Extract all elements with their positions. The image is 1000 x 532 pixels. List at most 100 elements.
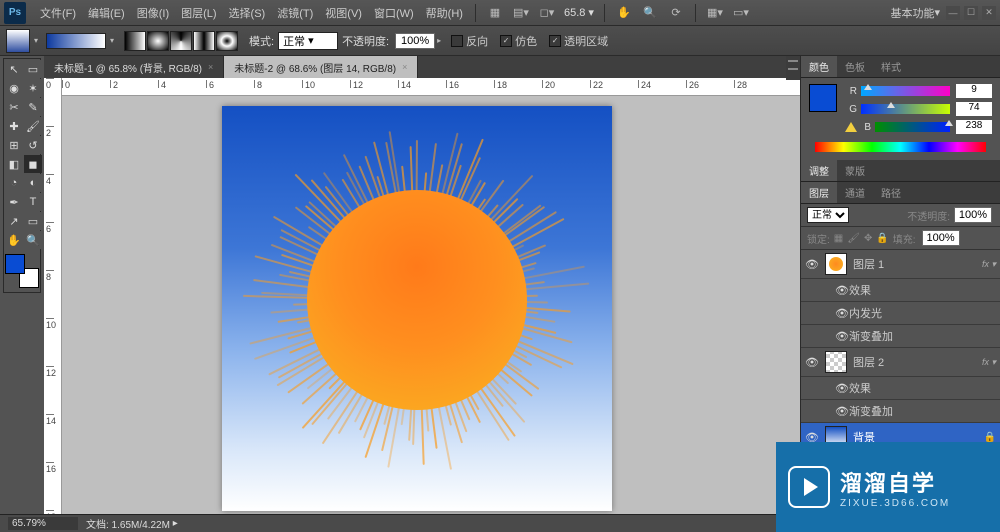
layer-blend-mode[interactable]: 正常 (807, 207, 849, 223)
layer-effect-item[interactable]: 👁内发光 (801, 302, 1000, 325)
status-zoom[interactable]: 65.79% (8, 517, 78, 530)
dither-checkbox[interactable]: ✓ (500, 35, 512, 47)
extras-icon[interactable]: ▦▾ (704, 2, 726, 24)
ruler-vertical[interactable]: 024681012141618 (44, 78, 62, 514)
transparency-checkbox[interactable]: ✓ (549, 35, 561, 47)
close-icon[interactable]: × (402, 62, 407, 72)
tool-gradient[interactable]: ◼ (24, 155, 42, 173)
foreground-color-swatch[interactable] (5, 254, 25, 274)
tool-hand[interactable]: ✋ (5, 231, 23, 249)
slider-r[interactable] (861, 86, 950, 96)
tool-history-brush[interactable]: ↺ (24, 136, 42, 154)
blend-mode-select[interactable]: 正常 ▾ (278, 32, 338, 50)
tab-swatches[interactable]: 色板 (837, 56, 873, 77)
menu-window[interactable]: 窗口(W) (368, 0, 420, 25)
gradient-radial-button[interactable] (147, 31, 169, 51)
canvas-viewport[interactable] (62, 96, 800, 514)
tool-dodge[interactable]: ◐ (24, 174, 42, 192)
layer-effect-item[interactable]: 👁渐变叠加 (801, 325, 1000, 348)
visibility-toggle[interactable]: 👁 (835, 307, 849, 320)
menu-edit[interactable]: 编辑(E) (82, 0, 131, 25)
close-icon[interactable]: × (208, 62, 213, 72)
document-canvas[interactable] (222, 106, 612, 511)
zoom-icon[interactable]: 🔍 (639, 2, 661, 24)
tool-eraser[interactable]: ◧ (5, 155, 23, 173)
color-panel-swatch[interactable] (809, 84, 837, 112)
guides-icon[interactable]: ▭▾ (730, 2, 752, 24)
tab-color[interactable]: 颜色 (801, 56, 837, 77)
layer-thumbnail[interactable] (825, 351, 847, 373)
color-swatches[interactable] (5, 254, 39, 288)
gradient-reflected-button[interactable] (193, 31, 215, 51)
minimize-button[interactable]: — (946, 6, 960, 20)
visibility-toggle[interactable]: 👁 (835, 382, 849, 395)
layer-effects-header[interactable]: 👁效果 (801, 279, 1000, 302)
reverse-checkbox[interactable] (451, 35, 463, 47)
lock-pixels-icon[interactable]: 🖌 (847, 233, 860, 244)
tool-crop[interactable]: ✂ (5, 98, 23, 116)
menu-filter[interactable]: 滤镜(T) (271, 0, 319, 25)
tool-pen[interactable]: ✒ (5, 193, 23, 211)
fx-badge[interactable]: fx ▾ (982, 357, 996, 368)
tab-layers[interactable]: 图层 (801, 182, 837, 203)
document-tab[interactable]: 未标题-2 @ 68.6% (图层 14, RGB/8)× (224, 56, 418, 78)
lock-transparency-icon[interactable]: ▦ (834, 233, 843, 244)
layer-name[interactable]: 图层 2 (853, 354, 978, 370)
value-b[interactable]: 238 (956, 120, 992, 134)
gradient-diamond-button[interactable] (216, 31, 238, 51)
close-button[interactable]: ✕ (982, 6, 996, 20)
value-g[interactable]: 74 (956, 102, 992, 116)
lock-position-icon[interactable]: ✥ (864, 233, 872, 244)
workspace-switcher[interactable]: 基本功能 ▾ (890, 5, 940, 21)
tool-preset-dropdown[interactable]: ▾ (34, 36, 42, 45)
zoom-percent[interactable]: 65.8 ▾ (564, 6, 594, 19)
tool-shape[interactable]: ▭ (24, 212, 42, 230)
visibility-toggle[interactable]: 👁 (805, 356, 819, 369)
menu-layer[interactable]: 图层(L) (175, 0, 222, 25)
tool-quick-select[interactable]: ✶ (24, 79, 42, 97)
slider-g[interactable] (861, 104, 950, 114)
maximize-button[interactable]: ☐ (964, 6, 978, 20)
tool-marquee[interactable]: ▭ (24, 60, 42, 78)
visibility-toggle[interactable]: 👁 (835, 405, 849, 418)
tab-styles[interactable]: 样式 (873, 56, 909, 77)
tool-preset-swatch[interactable] (6, 29, 30, 53)
fx-badge[interactable]: fx ▾ (982, 259, 996, 270)
hue-ramp[interactable] (815, 142, 986, 152)
visibility-toggle[interactable]: 👁 (805, 258, 819, 271)
ruler-horizontal[interactable]: 0246810121416182022242628 (62, 78, 800, 96)
menu-file[interactable]: 文件(F) (34, 0, 82, 25)
visibility-toggle[interactable]: 👁 (835, 284, 849, 297)
tool-path[interactable]: ↗ (5, 212, 23, 230)
tab-paths[interactable]: 路径 (873, 182, 909, 203)
tool-healing[interactable]: ✚ (5, 117, 23, 135)
menu-view[interactable]: 视图(V) (319, 0, 368, 25)
bridge-icon[interactable]: ▦ (484, 2, 506, 24)
tool-blur[interactable]: ◔ (5, 174, 23, 192)
menu-help[interactable]: 帮助(H) (420, 0, 469, 25)
menu-select[interactable]: 选择(S) (223, 0, 272, 25)
layer-row[interactable]: 👁 图层 2 fx ▾ (801, 348, 1000, 377)
layer-name[interactable]: 图层 1 (853, 256, 978, 272)
rotate-view-icon[interactable]: ⟳ (665, 2, 687, 24)
visibility-toggle[interactable]: 👁 (835, 330, 849, 343)
hand-icon[interactable]: ✋ (613, 2, 635, 24)
screen-mode-icon[interactable]: ◻▾ (536, 2, 558, 24)
gradient-dropdown[interactable]: ▾ (110, 36, 118, 45)
status-docinfo[interactable]: 文档: 1.65M/4.22M (86, 516, 170, 531)
panel-dock-strip[interactable] (786, 56, 800, 80)
slider-b[interactable] (875, 122, 950, 132)
gradient-angle-button[interactable] (170, 31, 192, 51)
value-r[interactable]: 9 (956, 84, 992, 98)
layer-opacity-input[interactable] (954, 207, 992, 223)
menu-image[interactable]: 图像(I) (131, 0, 175, 25)
tool-brush[interactable]: 🖌 (24, 117, 42, 135)
gradient-linear-button[interactable] (124, 31, 146, 51)
layer-row[interactable]: 👁 图层 1 fx ▾ (801, 250, 1000, 279)
opacity-input[interactable] (395, 33, 435, 49)
tool-zoom[interactable]: 🔍 (24, 231, 42, 249)
layer-effects-header[interactable]: 👁效果 (801, 377, 1000, 400)
gradient-picker[interactable] (46, 33, 106, 49)
tool-type[interactable]: T (24, 193, 42, 211)
opacity-dropdown[interactable]: ▸ (437, 36, 445, 45)
